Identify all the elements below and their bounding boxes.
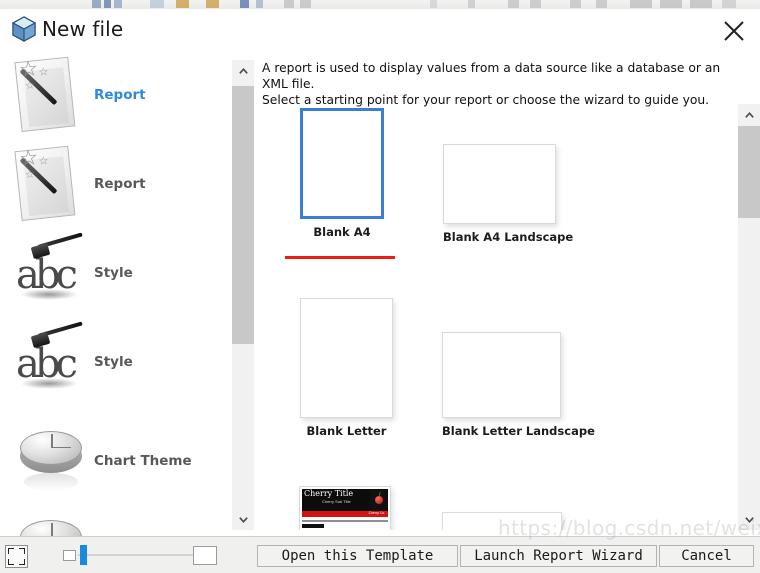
toolbar-icon-fragment (690, 0, 712, 8)
toolbar-icon-fragment (430, 0, 437, 8)
scroll-up-arrow-icon[interactable] (232, 60, 254, 82)
scrollbar-thumb[interactable] (232, 86, 254, 344)
toolbar-icon-fragment (104, 0, 111, 8)
scroll-down-arrow-icon[interactable] (738, 508, 760, 530)
open-this-template-button[interactable]: Open this Template (257, 545, 458, 567)
pie-chart-icon (10, 510, 90, 536)
sidebar-item-label: Style (94, 353, 133, 370)
toolbar-icon-fragment (256, 0, 263, 8)
toolbar-icon-fragment (92, 0, 101, 8)
toolbar-icon-fragment (660, 0, 682, 8)
template-label: Blank Letter (306, 424, 387, 438)
toolbar-icon-fragment (300, 0, 311, 8)
toolbar-icon-fragment (722, 0, 736, 8)
sidebar-item-label: Report (94, 86, 146, 103)
sidebar-item-label: Report (94, 175, 146, 192)
cherry-preview-subtitle: Cherry Sub Title (322, 499, 351, 504)
template-label: Blank A4 (313, 225, 371, 239)
description-line-2: Select a starting point for your report … (262, 93, 710, 107)
sidebar-item-report-2[interactable]: ☆ ☆ ☆ Report (0, 139, 228, 228)
template-blank-a4-landscape[interactable]: Blank A4 Landscape (443, 144, 573, 244)
toolbar-icon-fragment (630, 0, 652, 8)
template-thumbnail (442, 332, 561, 418)
launch-report-wizard-button[interactable]: Launch Report Wizard (460, 545, 657, 567)
template-thumbnail (300, 298, 393, 418)
template-label: Blank Letter Landscape (442, 424, 595, 438)
gallery-scrollbar[interactable] (738, 104, 760, 530)
close-icon[interactable] (720, 17, 748, 45)
sidebar-scrollbar[interactable] (232, 60, 254, 530)
description-line-1: A report is used to display values from … (262, 61, 721, 91)
template-thumbnail (443, 144, 556, 224)
scroll-up-arrow-icon[interactable] (738, 104, 760, 126)
window-title: New file (42, 17, 124, 41)
zoom-slider-track[interactable] (78, 554, 196, 556)
toolbar-icon-fragment (206, 0, 219, 8)
abc-brush-icon: abc (10, 320, 90, 402)
toolbar-icon-fragment (284, 0, 294, 8)
zoom-slider-handle[interactable] (80, 545, 87, 565)
template-label: Blank A4 Landscape (443, 230, 574, 244)
sidebar-item-chart-theme[interactable]: Chart Theme (0, 416, 228, 505)
template-blank-a4[interactable]: Blank A4 (300, 108, 384, 239)
sidebar-item-report-1[interactable]: ☆ ☆ ☆ Report (0, 50, 228, 139)
sidebar-item-style-2[interactable]: abc Style (0, 317, 228, 406)
toolbar-icon-fragment (114, 0, 122, 8)
abc-brush-icon: abc (10, 231, 90, 313)
template-blank-letter-landscape[interactable]: Blank Letter Landscape (442, 332, 595, 438)
cherry-title-preview: Cherry Title Cherry Sub Title Cherry Co. (300, 487, 390, 530)
template-gallery[interactable]: A report is used to display values from … (256, 56, 734, 530)
zoom-small-icon[interactable] (63, 550, 76, 561)
sidebar-item-label: Style (94, 264, 133, 281)
template-thumbnail: Cherry Title Cherry Sub Title Cherry Co. (299, 486, 391, 530)
sidebar-item-style-1[interactable]: abc Style (0, 228, 228, 317)
toolbar-icon-fragment (508, 0, 519, 8)
wand-paper-icon: ☆ ☆ ☆ (10, 55, 90, 135)
template-partial-bottom[interactable] (442, 512, 562, 530)
description-text: A report is used to display values from … (262, 60, 732, 108)
cube-icon (11, 16, 37, 42)
cherry-preview-title: Cherry Title (304, 489, 354, 498)
cancel-button[interactable]: Cancel (659, 545, 754, 567)
category-sidebar[interactable]: ☆ ☆ ☆ Report ☆ ☆ ☆ Report abc Style abc … (0, 50, 228, 536)
fit-to-window-icon[interactable] (5, 545, 28, 568)
wand-paper-icon: ☆ ☆ ☆ (10, 144, 90, 224)
toolbar-icon-fragment (570, 0, 581, 8)
pie-chart-icon (10, 421, 90, 501)
scrollbar-thumb[interactable] (738, 126, 760, 218)
template-thumbnail (442, 512, 562, 530)
toolbar-icon-fragment (530, 0, 541, 8)
toolbar-icon-fragment (240, 0, 249, 8)
template-thumbnail (300, 108, 384, 219)
sidebar-item-label: Chart Theme (94, 452, 192, 469)
title-bar: New file (0, 9, 760, 50)
toolbar-icon-fragment (596, 0, 607, 8)
zoom-large-icon[interactable] (193, 546, 217, 565)
toolbar-icon-fragment (468, 0, 475, 8)
annotation-underline (285, 256, 395, 259)
template-cherry-title[interactable]: Cherry Title Cherry Sub Title Cherry Co. (299, 486, 391, 530)
toolbar-icon-fragment (176, 0, 189, 8)
footer-bar: Open this Template Launch Report Wizard … (0, 536, 760, 573)
toolbar-icon-fragment (150, 0, 164, 8)
sidebar-item-partial[interactable] (0, 505, 228, 536)
scroll-down-arrow-icon[interactable] (232, 508, 254, 530)
template-blank-letter[interactable]: Blank Letter (300, 298, 393, 438)
